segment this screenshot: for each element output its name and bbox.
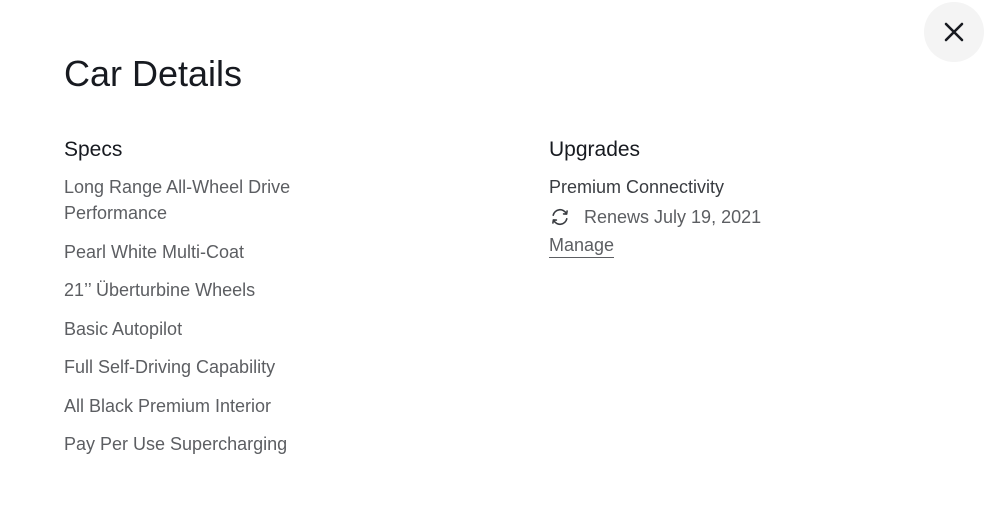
manage-link[interactable]: Manage: [549, 233, 615, 258]
close-icon: [944, 22, 964, 42]
spec-item-supercharging: Pay Per Use Supercharging: [64, 434, 288, 454]
specs-heading: Specs: [64, 138, 123, 161]
car-details-modal: Car Details Specs Long Range All-Wheel D…: [0, 0, 985, 508]
spec-item-paint: Pearl White Multi-Coat: [64, 241, 245, 262]
upgrade-name: Premium Connectivity: [549, 177, 725, 197]
upgrades-heading: Upgrades: [549, 138, 641, 161]
spec-item-interior: All Black Premium Interior: [64, 395, 272, 416]
spec-item-drive: Long Range All-Wheel Drive Performance: [64, 177, 291, 223]
specs-section: Specs Long Range All-Wheel Drive Perform…: [64, 136, 364, 470]
renewal-status: Renews July 19, 2021: [549, 204, 869, 230]
close-button[interactable]: [924, 2, 984, 62]
refresh-icon: [549, 206, 571, 228]
spec-item-wheels: 21’’ Überturbine Wheels: [64, 280, 256, 300]
spec-item-self-driving: Full Self-Driving Capability: [64, 357, 276, 377]
page-title: Car Details: [64, 53, 243, 94]
spec-item-autopilot: Basic Autopilot: [64, 318, 183, 339]
renewal-text: Renews July 19, 2021: [584, 207, 762, 227]
upgrades-section: Upgrades Premium Connectivity Renews Jul…: [549, 136, 869, 258]
specs-list: Long Range All-Wheel Drive Performance P…: [64, 174, 364, 457]
